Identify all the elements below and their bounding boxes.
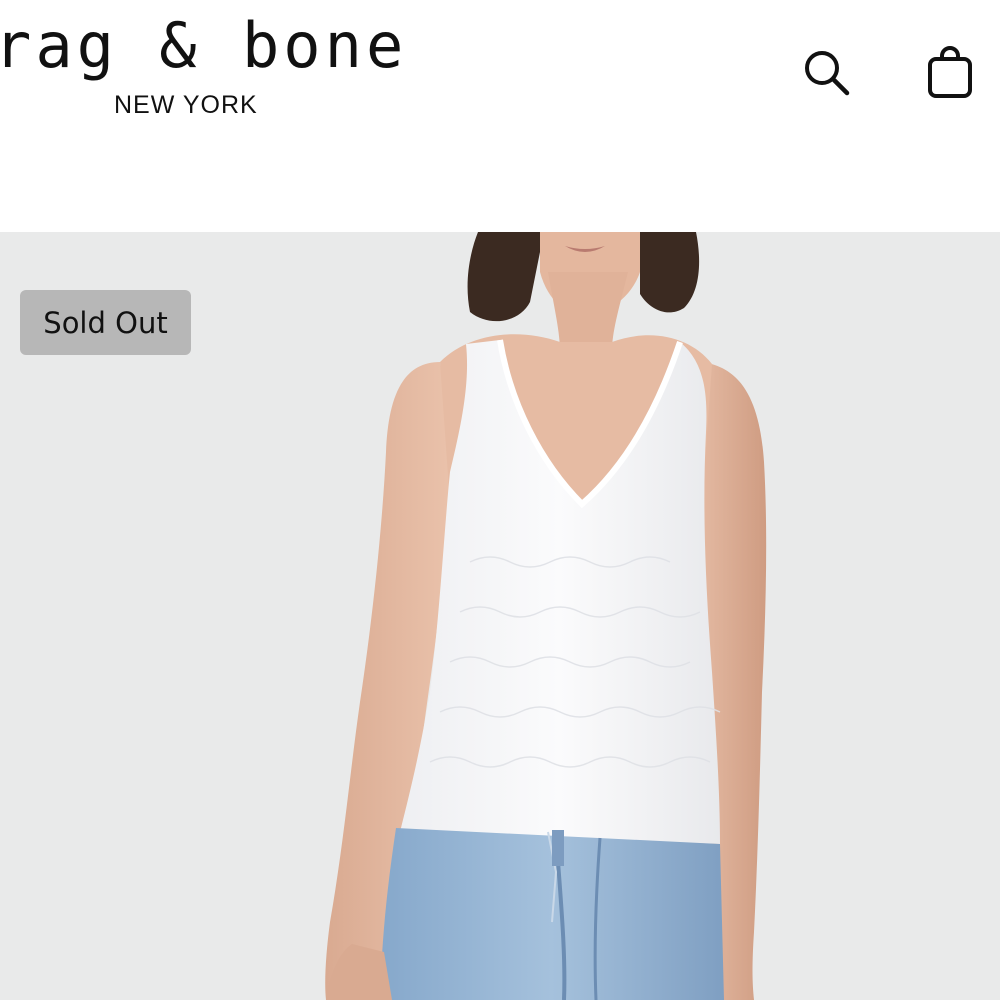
brand-name: rag & bone xyxy=(0,9,408,82)
cart-button[interactable] xyxy=(918,40,982,104)
sold-out-badge: Sold Out xyxy=(20,290,191,355)
search-button[interactable] xyxy=(796,42,856,102)
shopping-bag-icon xyxy=(928,46,972,98)
search-icon xyxy=(805,51,850,96)
brand-location: NEW YORK xyxy=(114,91,258,119)
brand-logo[interactable]: rag & bone NEW YORK xyxy=(0,6,434,126)
neck xyxy=(548,272,628,352)
product-hero: Sold Out xyxy=(0,232,1000,1000)
site-header: rag & bone NEW YORK xyxy=(0,0,1000,232)
